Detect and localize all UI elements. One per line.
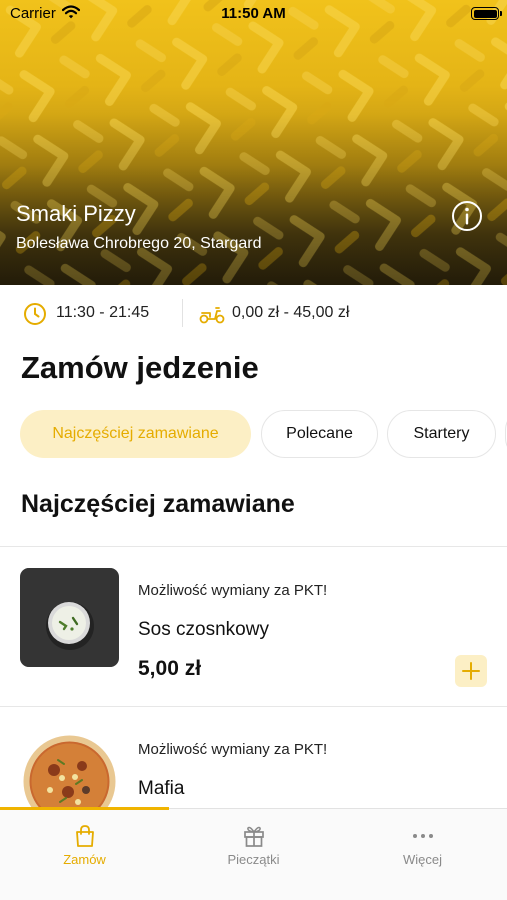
opening-hours: 11:30 - 21:45 <box>56 304 150 321</box>
gift-icon <box>244 826 264 847</box>
restaurant-hero: Carrier 11:50 AM Smaki Pizzy Bolesława C… <box>0 0 507 285</box>
product-card[interactable]: Możliwość wymiany za PKT! Sos czosnkowy … <box>0 548 507 706</box>
delivery-cost: 0,00 zł - 45,00 zł <box>232 304 350 321</box>
add-to-cart-button[interactable] <box>455 655 487 687</box>
tab-stamps[interactable]: Pieczątki <box>169 809 338 879</box>
category-tab-recommended[interactable]: Polecane <box>261 410 378 458</box>
tab-label: Zamów <box>63 852 106 867</box>
clock-icon <box>24 303 46 325</box>
status-bar: Carrier 11:50 AM <box>0 0 507 30</box>
restaurant-name: Smaki Pizzy <box>16 201 136 226</box>
restaurant-info-row: 11:30 - 21:45 0,00 zł - 45,00 zł <box>0 290 507 336</box>
more-icon <box>413 834 433 838</box>
tab-order[interactable]: Zamów <box>0 809 169 879</box>
product-price: 5,00 zł <box>138 657 202 680</box>
points-exchange-tag: Możliwość wymiany za PKT! <box>138 582 328 599</box>
tab-bar: Zamów Pieczątki Więcej <box>0 807 507 900</box>
scooter-icon <box>199 307 225 324</box>
category-tab-most-ordered[interactable]: Najczęściej zamawiane <box>20 410 251 458</box>
tab-more[interactable]: Więcej <box>338 809 507 879</box>
tab-label: Więcej <box>402 852 442 867</box>
info-icon[interactable] <box>451 200 483 232</box>
bag-icon <box>76 825 94 847</box>
divider <box>0 546 507 547</box>
product-image-garlic-sauce <box>20 568 119 667</box>
restaurant-address: Bolesława Chrobrego 20, Stargard <box>16 235 262 252</box>
status-time: 11:50 AM <box>221 5 286 22</box>
category-tabs: Najczęściej zamawiane Polecane Startery <box>0 408 507 462</box>
page-title: Zamów jedzenie <box>21 350 259 385</box>
battery-icon <box>471 7 502 20</box>
info-divider <box>182 299 183 327</box>
tab-label: Pieczątki <box>227 852 280 867</box>
category-tab-starters[interactable]: Startery <box>387 410 496 458</box>
points-exchange-tag: Możliwość wymiany za PKT! <box>138 741 328 758</box>
product-name: Mafia <box>138 778 185 799</box>
product-name: Sos czosnkowy <box>138 619 269 640</box>
list-heading: Najczęściej zamawiane <box>21 490 295 518</box>
